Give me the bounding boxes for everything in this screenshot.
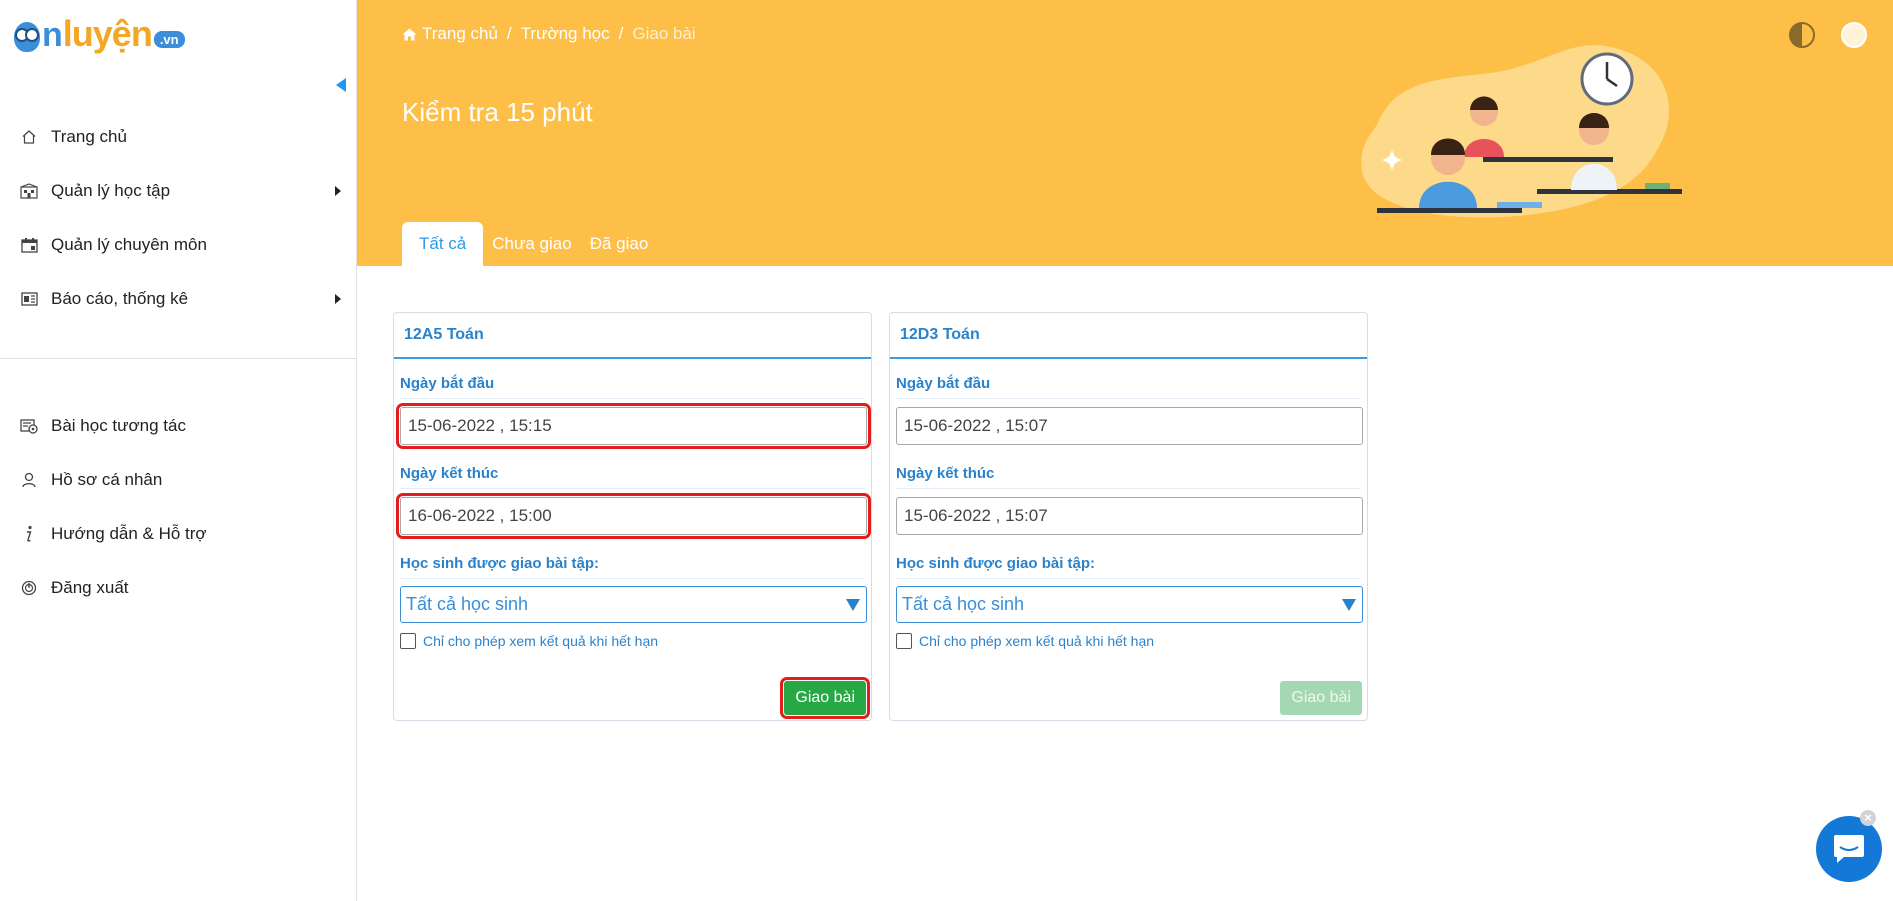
interactive-lesson-icon — [20, 417, 38, 435]
breadcrumb-home[interactable]: Trang chủ — [402, 24, 498, 44]
students-select-value: Tất cả học sinh — [406, 594, 529, 614]
avatar[interactable] — [1841, 22, 1867, 48]
sidebar-main-menu: Trang chủ Quản lý học tập Quản lý chuyên… — [0, 110, 357, 326]
tab-assigned[interactable]: Đã giao — [581, 222, 658, 266]
home-icon — [402, 28, 417, 41]
breadcrumb-separator: / — [506, 24, 512, 43]
breadcrumb-separator: / — [618, 24, 624, 43]
breadcrumb: Trang chủ / Trường học / Giao bài — [402, 24, 696, 44]
sidebar-item-label: Bài học tương tác — [51, 416, 186, 435]
sidebar-item-label: Quản lý chuyên môn — [51, 235, 207, 254]
caret-right-icon — [335, 186, 341, 196]
view-results-after-deadline-option[interactable]: Chỉ cho phép xem kết quả khi hết hạn — [400, 633, 658, 649]
sidebar-secondary-menu: Bài học tương tác Hồ sơ cá nhân Hướng dẫ… — [0, 399, 357, 615]
end-date-label: Ngày kết thúc — [896, 465, 1361, 489]
caret-right-icon — [335, 294, 341, 304]
sidebar-item-logout[interactable]: Đăng xuất — [0, 561, 357, 615]
owl-logo-icon — [14, 22, 40, 52]
sidebar-item-label: Trang chủ — [51, 127, 127, 146]
info-icon — [20, 525, 38, 543]
page-header: Trang chủ / Trường học / Giao bài Kiểm t… — [357, 0, 1893, 266]
sidebar-item-home[interactable]: Trang chủ — [0, 110, 357, 164]
sidebar-item-label: Quản lý học tập — [51, 181, 171, 200]
start-date-label: Ngày bắt đầu — [400, 375, 865, 399]
view-results-checkbox[interactable] — [896, 633, 912, 649]
dropdown-caret-icon — [1342, 599, 1356, 611]
sidebar: n luyện .vn Trang chủ Quản lý học tập Qu… — [0, 0, 357, 901]
header-tools — [1789, 22, 1867, 48]
view-results-checkbox-label: Chỉ cho phép xem kết quả khi hết hạn — [423, 633, 659, 649]
page-title: Kiểm tra 15 phút — [402, 97, 593, 127]
students-label: Học sinh được giao bài tập: — [400, 555, 865, 579]
classroom-illustration — [1361, 45, 1682, 218]
sidebar-item-profile[interactable]: Hồ sơ cá nhân — [0, 453, 357, 507]
end-date-input[interactable]: 16-06-2022 , 15:00 — [396, 493, 871, 539]
home-icon — [20, 128, 38, 146]
assign-button[interactable]: Giao bài — [780, 677, 870, 719]
sidebar-divider — [0, 358, 357, 359]
card-class-name: 12A5 Toán — [394, 313, 871, 359]
tab-all[interactable]: Tất cả — [402, 222, 484, 266]
students-select[interactable]: Tất cả học sinh — [896, 586, 1363, 623]
breadcrumb-current: Giao bài — [632, 24, 696, 43]
students-select-value: Tất cả học sinh — [902, 594, 1025, 614]
dropdown-caret-icon — [846, 599, 860, 611]
assign-button-disabled[interactable]: Giao bài — [1280, 681, 1362, 715]
view-results-after-deadline-option[interactable]: Chỉ cho phép xem kết quả khi hết hạn — [896, 633, 1154, 649]
collapse-sidebar-icon[interactable] — [336, 78, 346, 92]
logo-text-vn: .vn — [153, 31, 185, 48]
logo-text-n: n — [42, 16, 63, 54]
class-card-12a5: 12A5 Toán Ngày bắt đầu 15-06-2022 , 15:1… — [393, 312, 872, 721]
user-icon — [20, 471, 38, 489]
chat-widget-button[interactable] — [1816, 816, 1882, 882]
assignment-tabs: Tất cả Chưa giao Đã giao — [402, 222, 657, 266]
app-root: n luyện .vn Trang chủ Quản lý học tập Qu… — [0, 0, 1893, 901]
sidebar-item-label: Đăng xuất — [51, 578, 129, 597]
card-class-name: 12D3 Toán — [890, 313, 1367, 359]
students-select[interactable]: Tất cả học sinh — [400, 586, 867, 623]
class-card-12d3: 12D3 Toán Ngày bắt đầu 15-06-2022 , 15:0… — [889, 312, 1368, 721]
breadcrumb-school[interactable]: Trường học — [521, 24, 610, 44]
logo-text-luyen: luyện — [62, 13, 153, 54]
logo[interactable]: n luyện .vn — [14, 12, 185, 52]
sidebar-item-label: Báo cáo, thống kê — [51, 289, 189, 308]
sidebar-item-interactive-lessons[interactable]: Bài học tương tác — [0, 399, 357, 453]
view-results-checkbox[interactable] — [400, 633, 416, 649]
contrast-toggle-icon[interactable] — [1789, 22, 1815, 48]
building-icon — [20, 182, 38, 200]
chat-close-icon[interactable]: × — [1860, 810, 1876, 826]
start-date-label: Ngày bắt đầu — [896, 375, 1361, 399]
start-date-input[interactable]: 15-06-2022 , 15:07 — [896, 407, 1363, 445]
end-date-input[interactable]: 15-06-2022 , 15:07 — [896, 497, 1363, 535]
sidebar-item-professional-management[interactable]: Quản lý chuyên môn — [0, 218, 357, 272]
sidebar-item-label: Hồ sơ cá nhân — [51, 470, 163, 489]
view-results-checkbox-label: Chỉ cho phép xem kết quả khi hết hạn — [919, 633, 1155, 649]
start-date-input[interactable]: 15-06-2022 , 15:15 — [396, 403, 871, 449]
sidebar-item-reports[interactable]: Báo cáo, thống kê — [0, 272, 357, 326]
students-label: Học sinh được giao bài tập: — [896, 555, 1361, 579]
power-icon — [20, 579, 38, 597]
breadcrumb-home-label: Trang chủ — [422, 24, 498, 43]
tab-not-assigned[interactable]: Chưa giao — [483, 222, 580, 266]
sidebar-item-label: Hướng dẫn & Hỗ trợ — [51, 524, 207, 543]
report-icon — [20, 290, 38, 308]
calendar-icon — [20, 236, 38, 254]
end-date-label: Ngày kết thúc — [400, 465, 865, 489]
sidebar-item-learning-management[interactable]: Quản lý học tập — [0, 164, 357, 218]
sidebar-item-help[interactable]: Hướng dẫn & Hỗ trợ — [0, 507, 357, 561]
chat-bubble-icon — [1834, 835, 1864, 863]
